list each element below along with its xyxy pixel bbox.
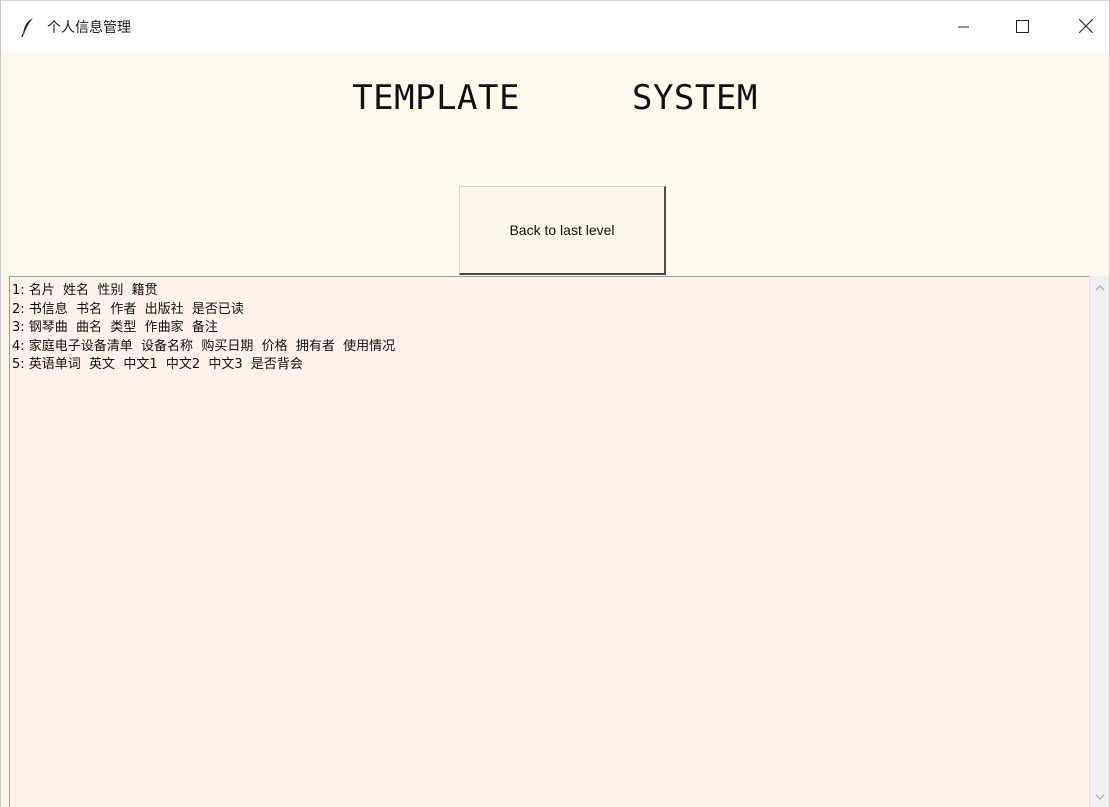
scroll-down-icon[interactable] [1094,791,1106,803]
list-item[interactable]: 3: 钢琴曲 曲名 类型 作曲家 备注 [12,319,1089,338]
maximize-button[interactable] [999,1,1045,53]
page-title: TEMPLATE SYSTEM [1,78,1109,118]
main-content: TEMPLATE SYSTEM Back to last level 1: 名片… [1,52,1109,807]
list-item[interactable]: 2: 书信息 书名 作者 出版社 是否已读 [12,301,1089,320]
list-item[interactable]: 1: 名片 姓名 性别 籍贯 [12,282,1089,301]
title-word-system: SYSTEM [631,78,758,118]
maximize-icon [1015,18,1029,37]
app-window: 个人信息管理 TEMPLATE SYSTEM Back to last leve… [0,0,1110,807]
window-title: 个人信息管理 [47,20,131,36]
template-listbox[interactable]: 1: 名片 姓名 性别 籍贯 2: 书信息 书名 作者 出版社 是否已读 3: … [9,276,1089,807]
title-word-template: TEMPLATE [352,78,520,118]
close-button[interactable] [1063,1,1109,53]
title-bar[interactable]: 个人信息管理 [1,0,1109,52]
vertical-scrollbar[interactable] [1089,276,1109,807]
scroll-up-icon[interactable] [1094,282,1106,294]
back-to-last-level-button[interactable]: Back to last level [459,186,666,275]
minimize-button[interactable] [941,1,987,53]
close-icon [1078,18,1094,37]
minimize-icon [958,18,970,37]
list-item[interactable]: 4: 家庭电子设备清单 设备名称 购买日期 价格 拥有者 使用情况 [12,338,1089,357]
list-item[interactable]: 5: 英语单词 英文 中文1 中文2 中文3 是否背会 [12,356,1089,375]
feather-icon [20,17,36,38]
